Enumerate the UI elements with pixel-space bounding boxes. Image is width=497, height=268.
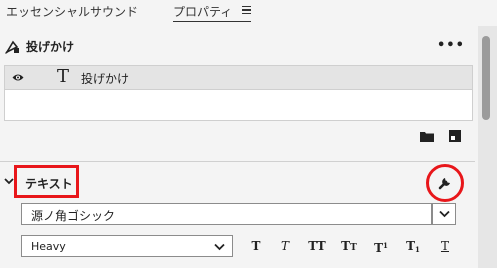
shape-layer-icon [5, 40, 19, 54]
subscript-base-glyph: T [406, 239, 416, 253]
bold-button[interactable]: T [243, 232, 269, 260]
small-caps-small-glyph: T [350, 243, 357, 253]
font-family-select[interactable]: 源ノ角ゴシック [21, 203, 432, 225]
italic-button[interactable]: T [272, 232, 298, 260]
eye-icon[interactable] [12, 73, 24, 82]
layer-list: T 投げかけ [4, 65, 473, 121]
subscript-mark: 1 [415, 245, 420, 254]
folder-icon[interactable] [420, 131, 434, 142]
collapse-chevron-icon[interactable] [4, 176, 14, 186]
wrench-highlight-ring [426, 164, 464, 202]
font-family-dropdown-button[interactable] [432, 203, 456, 225]
layer-section-title: 投げかけ [26, 40, 75, 54]
text-section-highlight: テキスト [14, 165, 79, 198]
font-family-value: 源ノ角ゴシック [31, 209, 116, 223]
section-divider [0, 161, 475, 162]
chevron-down-icon [439, 210, 450, 218]
all-caps-button[interactable]: TT [304, 232, 330, 260]
text-style-buttons: T T TT TT T1 T1 T [240, 232, 470, 260]
subscript-button[interactable]: T1 [400, 232, 426, 260]
tab-essential-sound[interactable]: エッセンシャルサウンド [6, 3, 138, 20]
font-weight-value: Heavy [31, 240, 66, 253]
more-options-icon[interactable]: ••• [437, 39, 465, 52]
underline-button[interactable]: T [432, 232, 458, 260]
wrench-icon[interactable] [437, 175, 453, 191]
panel-menu-icon[interactable] [242, 6, 251, 14]
active-tab-indicator [173, 21, 251, 22]
superscript-button[interactable]: T1 [368, 232, 394, 260]
text-section-title: テキスト [25, 177, 73, 191]
layer-name: 投げかけ [81, 72, 130, 86]
small-caps-big-glyph: T [341, 239, 351, 253]
panel-tabs: エッセンシャルサウンド プロパティ [0, 0, 497, 24]
layer-row[interactable]: T 投げかけ [5, 66, 472, 90]
small-caps-button[interactable]: TT [336, 232, 362, 260]
font-weight-select[interactable]: Heavy [21, 235, 233, 257]
scrollbar[interactable] [478, 26, 497, 268]
superscript-mark: 1 [383, 241, 388, 250]
tab-properties[interactable]: プロパティ [173, 3, 232, 20]
superscript-base-glyph: T [374, 241, 384, 255]
new-layer-icon[interactable] [449, 130, 461, 142]
chevron-down-icon [214, 243, 225, 251]
scroll-thumb[interactable] [482, 36, 490, 120]
text-layer-icon: T [57, 66, 70, 87]
